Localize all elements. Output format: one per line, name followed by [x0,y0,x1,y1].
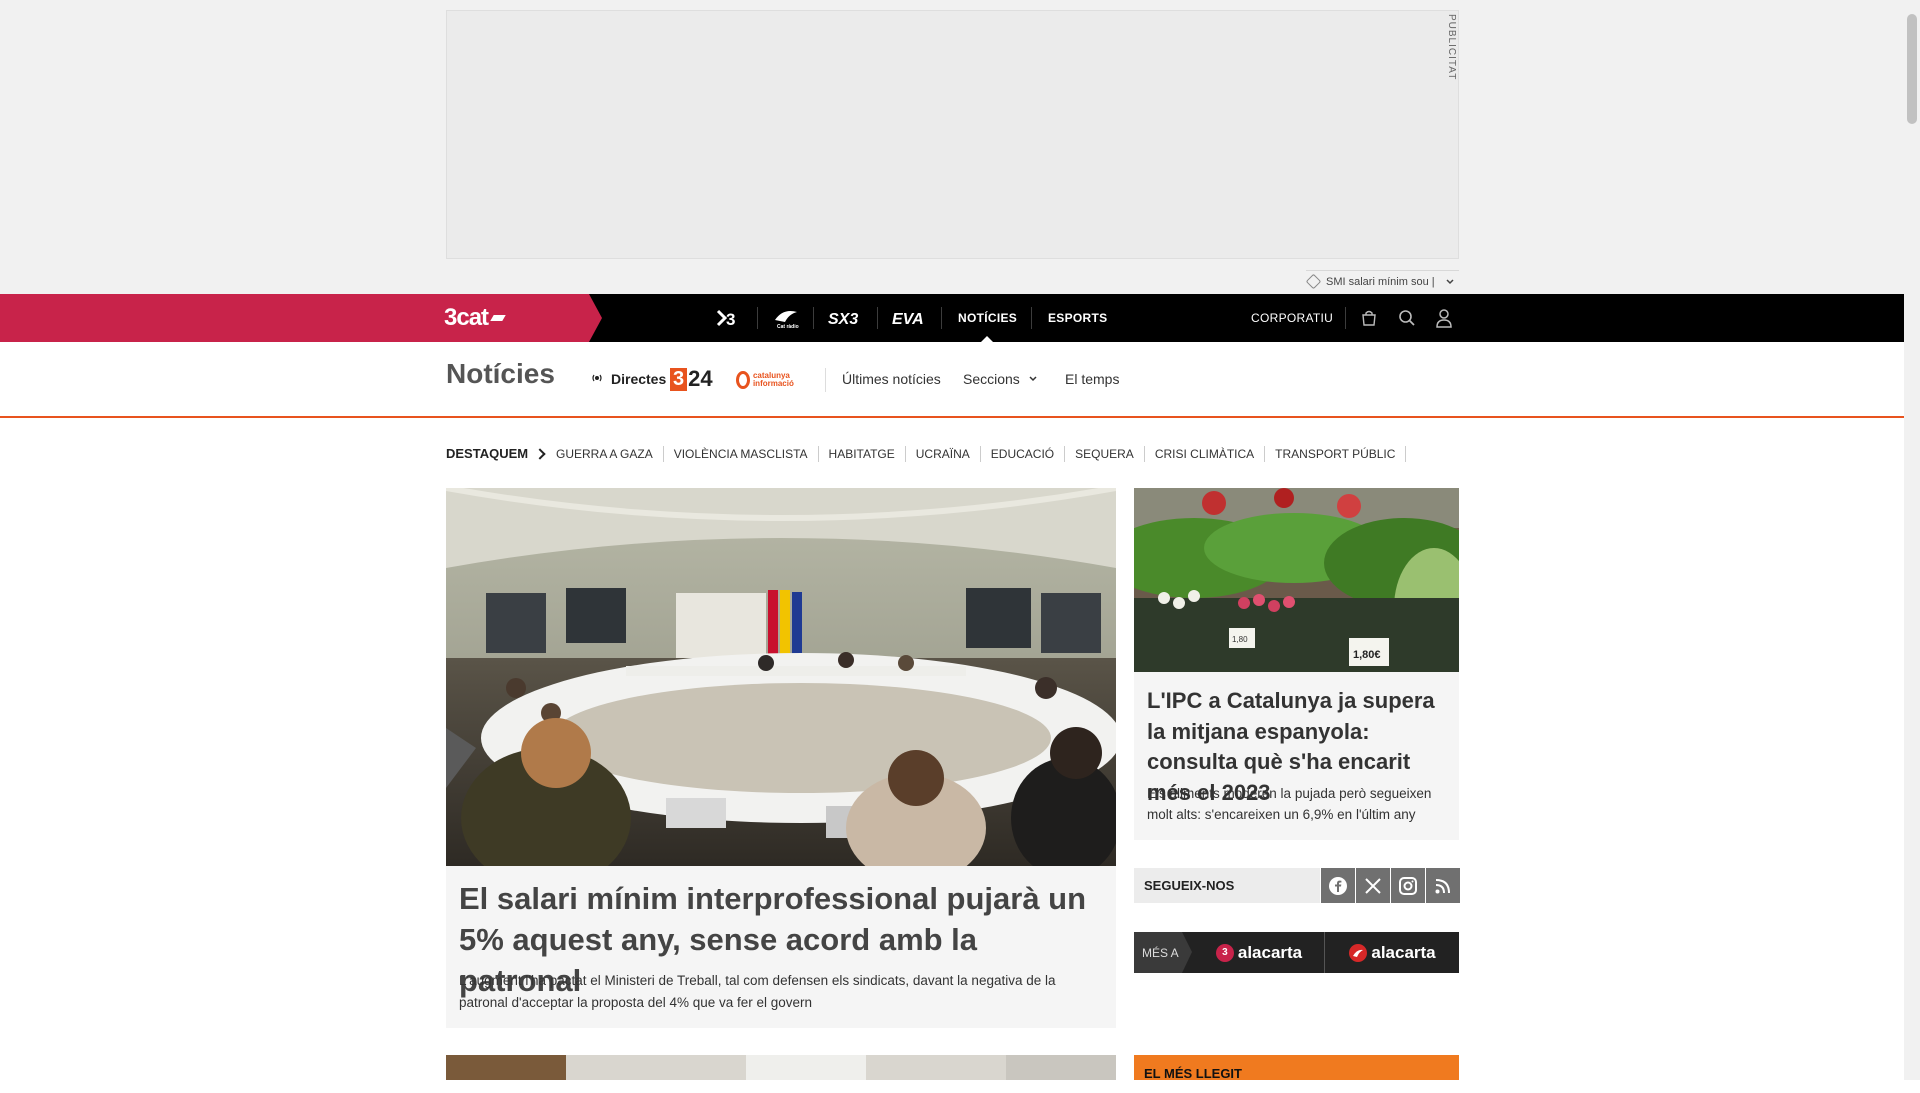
brand-block [0,294,602,342]
next-article-image[interactable] [446,1055,1116,1080]
logo-324[interactable]: 3 24 [670,366,722,392]
user-icon[interactable] [1432,306,1456,330]
meeting-room-photo [446,488,1116,866]
link-ultimes-noticies[interactable]: Últimes notícies [842,371,941,387]
follow-us-label: SEGUEIX-NOS [1134,868,1320,903]
channel-tv3[interactable]: 3 [713,294,743,342]
logo-catalunya-informacio[interactable]: catalunya informació [736,368,806,392]
link-el-temps[interactable]: El temps [1065,371,1119,387]
main-article-image[interactable] [446,488,1116,866]
rss-icon[interactable] [1426,868,1460,903]
x-icon[interactable] [1356,868,1390,903]
channel-sx3[interactable]: SX3 [826,294,864,342]
tag-icon [1305,273,1322,290]
channel-eva[interactable]: EVA [891,294,927,342]
nav-noticies[interactable]: NOTÍCIES [958,294,1017,342]
tag-educacio[interactable]: EDUCACIÓ [981,446,1066,462]
trending-tag-text: SMI salari mínim sou | [1326,275,1435,288]
logo-324-text: 24 [688,366,713,391]
scrollbar-track[interactable] [1904,0,1920,1080]
channel-separator [941,307,942,329]
tag-habitatge[interactable]: HABITATGE [819,446,906,462]
channel-catradio[interactable]: Cat ràdio [770,294,802,342]
side-article-image[interactable]: 1,80 1,80€ [1134,488,1459,672]
side-article-description: Els aliments moderen la pujada però segu… [1147,786,1432,822]
svg-text:Cat ràdio: Cat ràdio [777,324,799,330]
catradio-badge-icon [1349,943,1368,962]
tv3-alacarta-link[interactable]: 3 alacarta [1195,932,1323,973]
tv3-alacarta-text: alacarta [1237,942,1303,962]
tv3-badge-icon: 3 [1215,943,1234,962]
vegetables-photo: 1,80 1,80€ [1134,488,1459,672]
chevron-right-icon [534,447,546,460]
scrollbar-thumb[interactable] [1907,14,1917,124]
catradio-alacarta-text: alacarta [1371,942,1436,962]
channel-separator [1031,307,1032,329]
destaquem-tags: GUERRA A GAZA VIOLÈNCIA MASCLISTA HABITA… [546,446,1407,462]
nav-corporatiu[interactable]: CORPORATIU [1251,294,1333,342]
facebook-icon[interactable] [1321,868,1355,903]
brand-logo-text: 3cat [444,304,489,331]
nav-active-indicator [981,336,993,342]
channel-separator [757,307,758,329]
trending-tag[interactable]: SMI salari mínim sou | [1305,270,1459,292]
search-icon[interactable] [1395,306,1419,330]
sx3-logo-icon: SX3 [828,311,858,328]
svg-text:SX3: SX3 [828,311,858,328]
ad-slot[interactable] [446,10,1459,259]
link-seccions[interactable]: Seccions [963,371,1038,387]
main-article-description: L'augment l'ha pactat el Ministeri de Tr… [459,973,1056,1010]
ci-ring-icon [736,371,750,389]
catradio-alacarta-link[interactable]: alacarta [1326,932,1459,973]
tag-sequera[interactable]: SEQUERA [1065,446,1145,462]
destaquem-text: DESTAQUEM [446,446,529,461]
mes-a-label: MÉS A [1134,932,1192,973]
instagram-icon[interactable] [1391,868,1425,903]
next-article-photo [446,1055,1116,1080]
eva-logo-icon: EVA [892,311,924,328]
chevron-down-icon [1446,278,1454,284]
ad-label: PUBLICITAT [1446,14,1457,81]
link-seccions-label: Seccions [963,371,1020,387]
alacarta-separator [1324,932,1325,973]
nav-esports[interactable]: ESPORTS [1048,294,1107,342]
brand-logo[interactable]: 3cat [444,304,506,332]
tag-ucraina[interactable]: UCRAÏNA [906,446,981,462]
channel-separator [813,307,814,329]
directes-link[interactable]: Directes [611,371,666,387]
brand-logo-mark [490,315,506,321]
channel-separator [877,307,878,329]
live-broadcast-icon [592,374,602,382]
destaquem-label[interactable]: DESTAQUEM [446,446,546,461]
tag-guerra-gaza[interactable]: GUERRA A GAZA [546,446,664,462]
price-tag-2: 1,80€ [1353,649,1381,661]
tag-crisi-climatica[interactable]: CRISI CLIMÀTICA [1145,446,1266,462]
section-divider [0,416,1904,418]
logo-324-prefix: 3 [670,367,688,391]
logo-ci-text: catalunya informació [752,371,794,388]
price-tag-1: 1,80 [1232,635,1248,644]
shop-icon[interactable] [1357,306,1381,330]
tag-violencia-masclista[interactable]: VIOLÈNCIA MASCLISTA [664,446,819,462]
section-title[interactable]: Notícies [446,358,555,390]
most-read-header: EL MÉS LLEGIT [1134,1055,1459,1081]
tv3-logo-icon: 3 [716,309,735,329]
svg-text:3: 3 [726,310,735,329]
catradio-logo-icon: Cat ràdio [775,311,799,330]
svg-text:EVA: EVA [892,311,924,328]
chevron-down-icon [1029,376,1037,382]
nav-separator [1345,307,1346,329]
header-separator [825,368,826,392]
tag-transport-public[interactable]: TRANSPORT PÚBLIC [1265,446,1407,462]
